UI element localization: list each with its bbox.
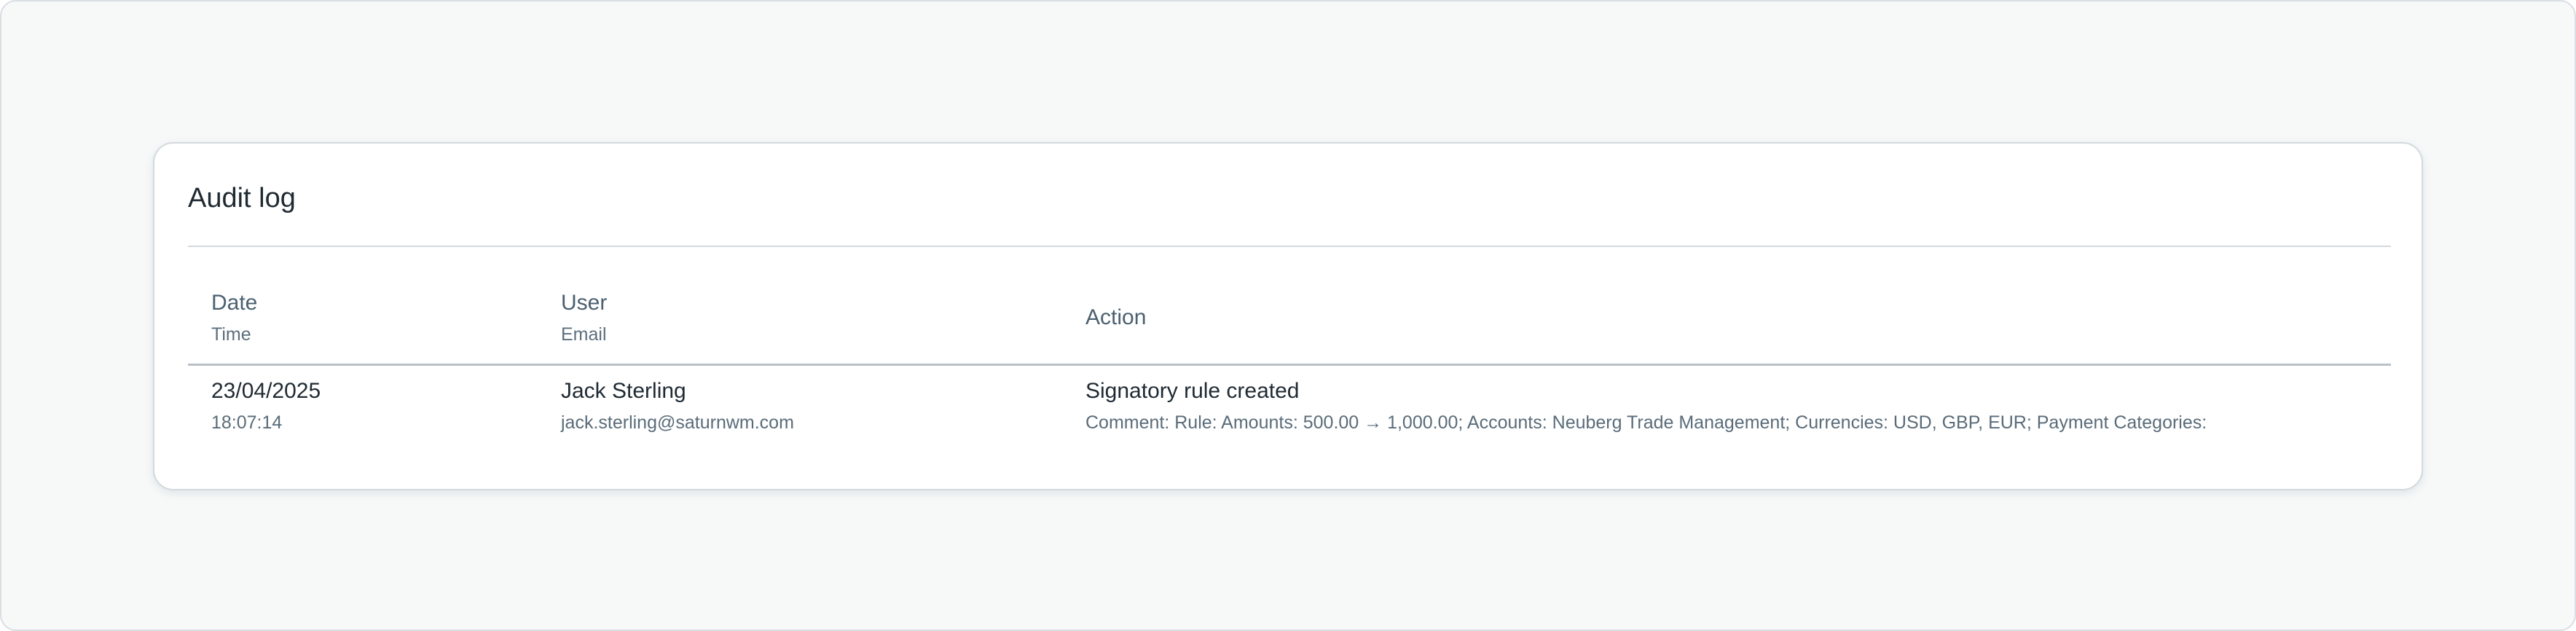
audit-log-card: Audit log Date Time User Email Action 23… xyxy=(153,142,2423,490)
header-user-label: User xyxy=(561,291,608,315)
row-comment: Comment: Rule: Amounts: 500.00 → 1,000.0… xyxy=(1085,412,2207,433)
header-email-label: Email xyxy=(561,324,607,345)
table-row: 23/04/2025 18:07:14 Jack Sterling jack.s… xyxy=(188,366,2391,475)
row-user-email: jack.sterling@saturnwm.com xyxy=(561,412,794,433)
header-time-label: Time xyxy=(211,324,251,345)
row-user-name: Jack Sterling xyxy=(561,379,686,403)
row-action: Signatory rule created xyxy=(1085,379,1300,403)
header-action-label: Action xyxy=(1085,305,1147,329)
row-time: 18:07:14 xyxy=(211,412,283,433)
table-header: Date Time User Email Action xyxy=(188,247,2391,359)
app-frame: Audit log Date Time User Email Action 23… xyxy=(0,0,2576,631)
header-date-label: Date xyxy=(211,291,258,315)
row-date: 23/04/2025 xyxy=(211,379,321,403)
card-title: Audit log xyxy=(188,183,296,213)
